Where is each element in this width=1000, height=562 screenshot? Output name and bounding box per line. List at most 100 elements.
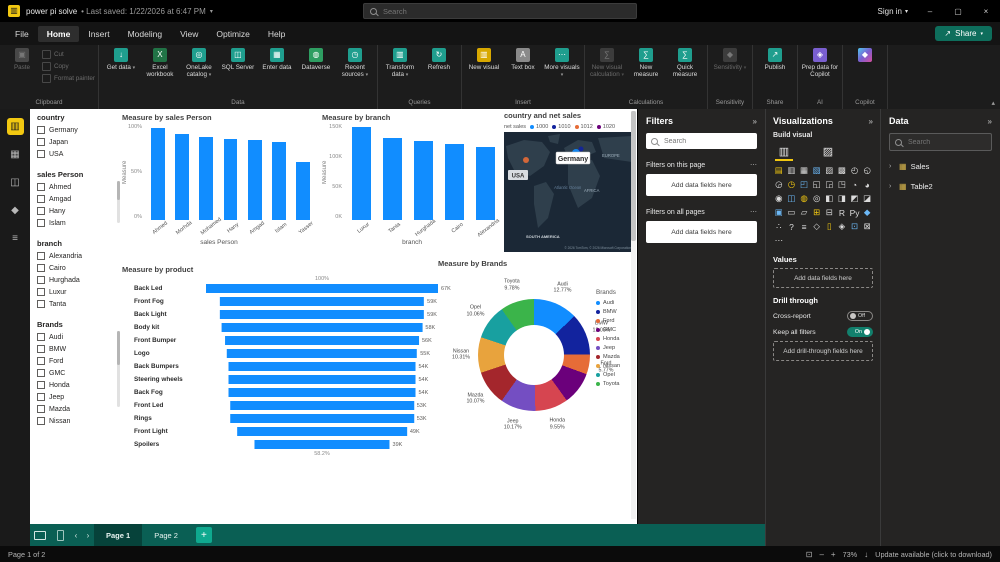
funnel-row-back-fog[interactable]: Back Fog 54K xyxy=(122,386,438,399)
waterfall-chart-icon[interactable]: ◲ xyxy=(824,178,836,191)
slicer-scrollbar[interactable] xyxy=(117,181,120,223)
funnel-bar[interactable] xyxy=(221,323,423,332)
100-stacked-bar-chart-icon[interactable]: ▨ xyxy=(824,164,836,177)
ribbon-button-cut[interactable]: Cut xyxy=(42,50,95,59)
slicer-item-hurghada[interactable]: Hurghada xyxy=(37,274,117,286)
slicer-item-ford[interactable]: Ford xyxy=(37,355,117,367)
ribbon-button-paste[interactable]: ▣ Paste xyxy=(3,48,41,71)
zoom-in-icon[interactable]: + xyxy=(831,550,836,559)
build-visual-icon[interactable]: ▥ xyxy=(775,143,793,161)
ribbon-button-sensitivity[interactable]: ◆ Sensitivity ▾ xyxy=(711,48,749,72)
slicer-item-mazda[interactable]: Mazda xyxy=(37,403,117,415)
funnel-chart-product[interactable]: Measure by product 100% Back Led 67K Front… xyxy=(122,265,451,465)
slicer-item-bmw[interactable]: BMW xyxy=(37,343,117,355)
ribbon-button-get-data[interactable]: ↓ Get data ▾ xyxy=(102,48,140,72)
stacked-bar-chart-icon[interactable]: ▤ xyxy=(773,164,785,177)
checkbox-icon[interactable] xyxy=(37,333,45,341)
values-field-well[interactable]: Add data fields here xyxy=(773,268,873,288)
collapse-ribbon-icon[interactable]: ▴ xyxy=(991,99,995,107)
slicer-icon[interactable]: ▱ xyxy=(798,206,810,219)
share-button[interactable]: ↗ Share ▾ xyxy=(935,26,992,41)
ribbon-button-copilot-icon[interactable]: ◆ xyxy=(846,48,884,64)
ribbon-button-copy[interactable]: Copy xyxy=(42,62,95,71)
canvas-scrollbar[interactable] xyxy=(631,111,636,519)
bar[interactable] xyxy=(414,140,433,220)
maximize-button[interactable]: ▢ xyxy=(944,0,972,22)
column-chart-sales-person[interactable]: Measure by sales Person Measure 100% 50% 0… xyxy=(122,113,316,263)
bar[interactable] xyxy=(150,127,165,220)
clustered-bar-chart-icon[interactable]: ▥ xyxy=(786,164,798,177)
slicer-item-cairo[interactable]: Cairo xyxy=(37,262,117,274)
funnel-row-back-bumpers[interactable]: Back Bumpers 54K xyxy=(122,360,438,373)
stacked-area-chart-icon[interactable]: ◶ xyxy=(773,178,785,191)
funnel-bar[interactable] xyxy=(219,310,425,319)
map-icon[interactable]: ◍ xyxy=(798,192,810,205)
funnel-bar[interactable] xyxy=(228,375,416,384)
funnel-bar[interactable] xyxy=(230,414,414,423)
checkbox-icon[interactable] xyxy=(37,252,45,260)
funnel-row-back-light[interactable]: Back Light 59K xyxy=(122,308,438,321)
treemap-icon[interactable]: ◫ xyxy=(786,192,798,205)
funnel-chart-icon[interactable]: ◳ xyxy=(836,178,848,191)
slicer-item-gmc[interactable]: GMC xyxy=(37,367,117,379)
bar[interactable] xyxy=(296,161,311,220)
gauge-icon[interactable]: ◩ xyxy=(849,192,861,205)
funnel-row-spoilers[interactable]: Spoilers 39K xyxy=(122,438,438,451)
ribbon-button-format-painter[interactable]: Format painter xyxy=(42,74,95,83)
paginated-report-icon[interactable]: ▯ xyxy=(824,220,836,233)
data-search-input[interactable] xyxy=(906,137,986,147)
ribbon-button-excel-workbook[interactable]: X Excel workbook xyxy=(141,48,179,78)
bar-alexandria[interactable]: Alexandria xyxy=(473,124,501,239)
ribbon-button-text-box[interactable]: A Text box xyxy=(504,48,542,71)
next-page-icon[interactable]: › xyxy=(82,531,94,540)
r-script-visual-icon[interactable]: R xyxy=(836,206,848,219)
funnel-row-back-led[interactable]: Back Led 67K xyxy=(122,282,451,295)
checkbox-icon[interactable] xyxy=(37,300,45,308)
donut-chart-icon[interactable]: ◉ xyxy=(773,192,785,205)
bar-morhda[interactable]: Morhda xyxy=(172,124,194,238)
checkbox-icon[interactable] xyxy=(37,264,45,272)
bar[interactable] xyxy=(445,143,465,220)
checkbox-icon[interactable] xyxy=(37,207,45,215)
search-input[interactable] xyxy=(381,5,630,17)
python-visual-icon[interactable]: Py xyxy=(849,206,861,219)
power-automate-icon[interactable]: ⊠ xyxy=(861,220,873,233)
bar-cairo[interactable]: Cairo xyxy=(442,124,468,238)
metrics-icon[interactable]: ◇ xyxy=(811,220,823,233)
ribbon-button-sql-server[interactable]: ◫ SQL Server xyxy=(219,48,257,71)
area-chart-icon[interactable]: ◵ xyxy=(861,164,873,177)
slicer-item-islam[interactable]: Islam xyxy=(37,217,117,229)
menu-tab-home[interactable]: Home xyxy=(37,25,80,42)
tmdl-view-icon[interactable]: ≡ xyxy=(7,230,24,247)
ribbon-button-more-visuals[interactable]: ⋯ More visuals ▾ xyxy=(543,48,581,79)
mobile-layout-icon[interactable] xyxy=(50,529,70,541)
donut-chart-brands[interactable]: Measure by Brands Audi 12.77% BMW 12.03% For… xyxy=(438,259,637,469)
power-apps-icon[interactable]: ⊡ xyxy=(849,220,861,233)
funnel-row-front-led[interactable]: Front Led 53K xyxy=(122,399,438,412)
menu-tab-view[interactable]: View xyxy=(171,26,207,42)
ribbon-button-new-visual[interactable]: ▥ New visual xyxy=(465,48,503,71)
slicer-item-ahmed[interactable]: Ahmed xyxy=(37,181,117,193)
funnel-row-steering-wheels[interactable]: Steering wheels 54K xyxy=(122,373,438,386)
funnel-bar[interactable] xyxy=(230,401,414,410)
funnel-row-rings[interactable]: Rings 53K xyxy=(122,412,438,425)
checkbox-icon[interactable] xyxy=(37,276,45,284)
menu-tab-help[interactable]: Help xyxy=(259,26,294,42)
shape-map-icon[interactable]: ◧ xyxy=(824,192,836,205)
page-tab-page-2[interactable]: Page 2 xyxy=(142,524,190,546)
menu-tab-modeling[interactable]: Modeling xyxy=(119,26,172,42)
smart-narrative-icon[interactable]: ≡ xyxy=(798,220,810,233)
bar-hurghada[interactable]: Hurghada xyxy=(410,124,437,238)
data-table-sales[interactable]: › ▦ Sales xyxy=(889,157,992,175)
close-button[interactable]: × xyxy=(972,0,1000,22)
checkbox-icon[interactable] xyxy=(37,138,45,146)
collapse-visualizations-icon[interactable]: » xyxy=(869,117,873,126)
line-chart-icon[interactable]: ◴ xyxy=(849,164,861,177)
bar[interactable] xyxy=(223,138,238,220)
arcgis-map-icon[interactable]: ◈ xyxy=(836,220,848,233)
checkbox-icon[interactable] xyxy=(37,357,45,365)
autosave-chevron-icon[interactable]: ▾ xyxy=(210,8,213,15)
checkbox-icon[interactable] xyxy=(37,369,45,377)
line-and-clustered-column-chart-icon[interactable]: ◰ xyxy=(798,178,810,191)
multi-row-card-icon[interactable]: ▣ xyxy=(773,206,785,219)
